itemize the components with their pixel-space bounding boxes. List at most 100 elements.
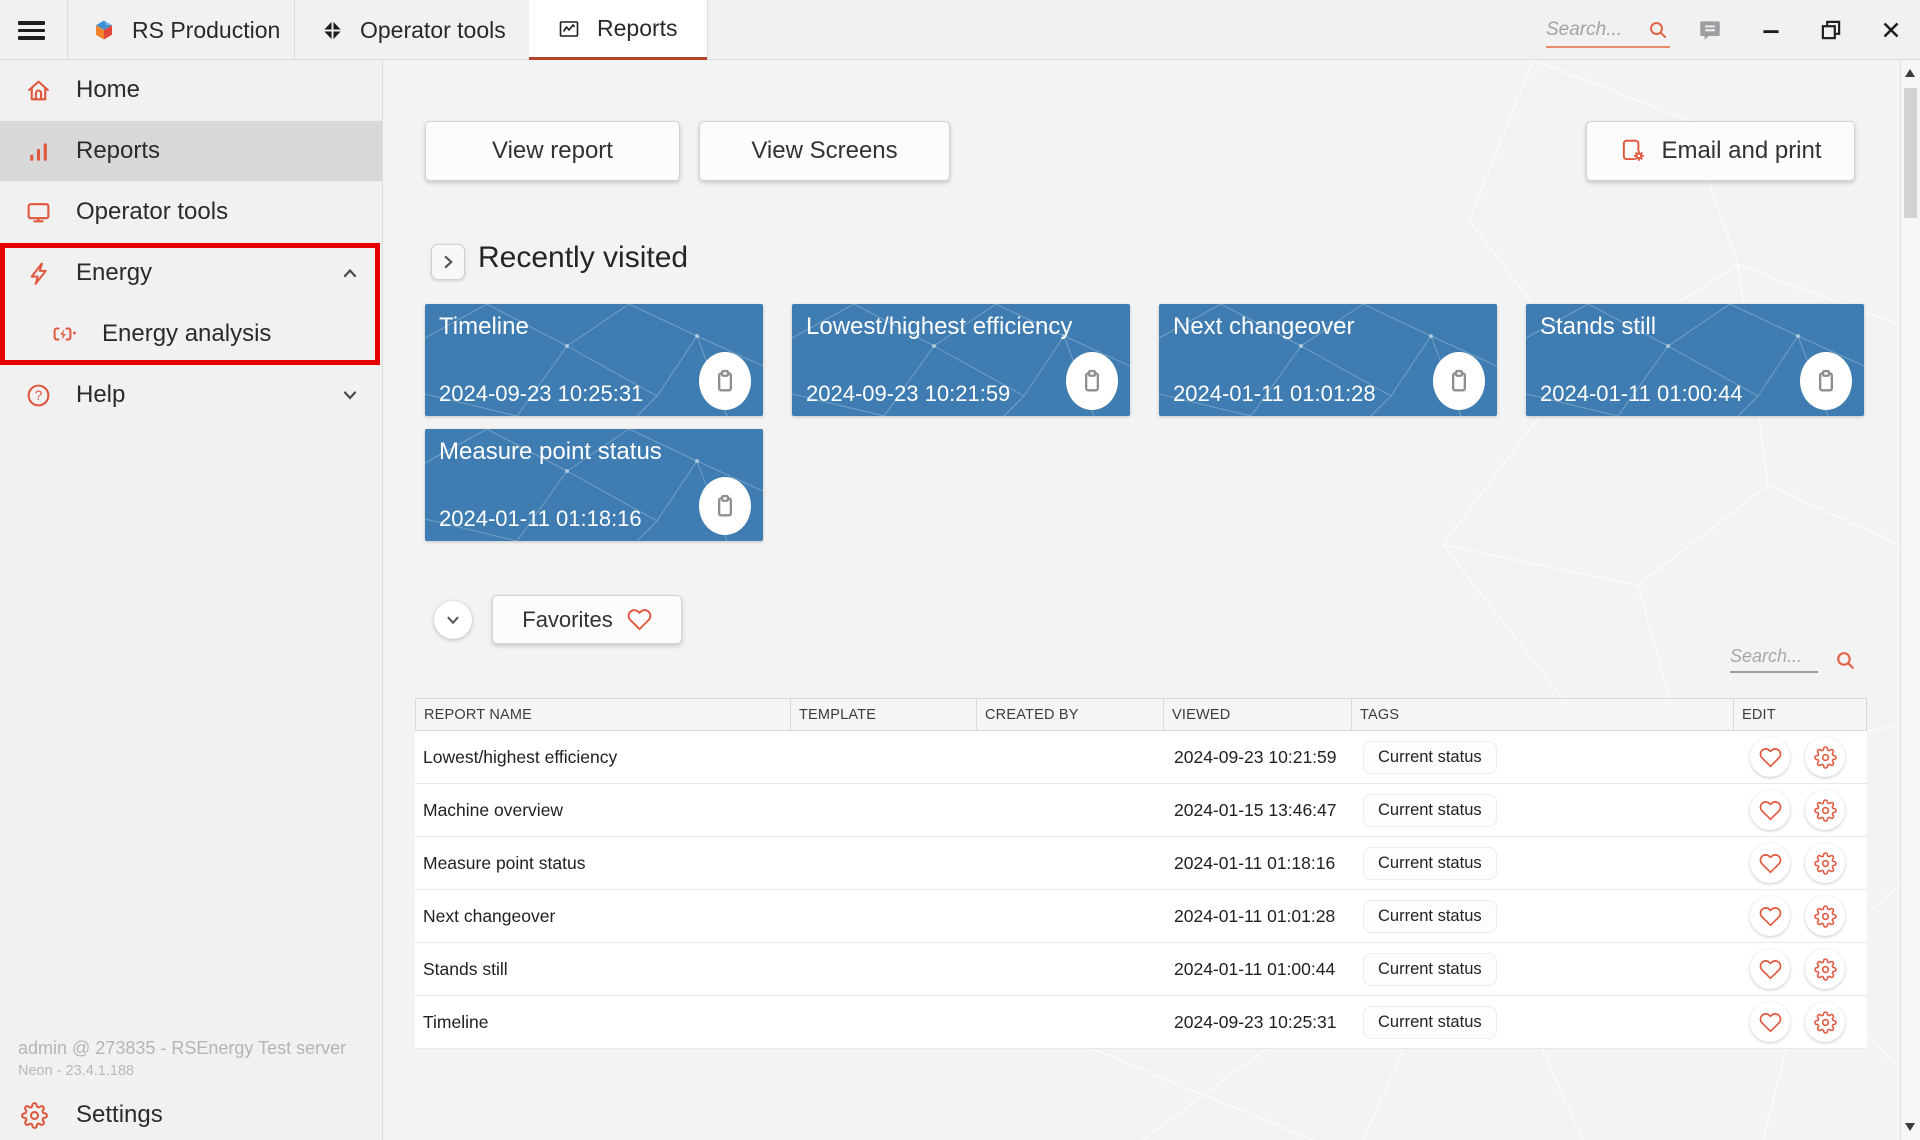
window-restore-button[interactable]: [1818, 17, 1844, 43]
card-clipboard-button[interactable]: [699, 352, 751, 410]
recent-card-lowest-highest-efficiency[interactable]: Lowest/highest efficiency 2024-09-23 10:…: [792, 304, 1130, 416]
sidebar-item-label: Energy analysis: [102, 320, 271, 348]
table-search-input[interactable]: Search...: [1730, 646, 1858, 673]
recent-card-measure-point-status[interactable]: Measure point status 2024-01-11 01:18:16: [425, 429, 763, 541]
favorite-toggle-button[interactable]: [1750, 1002, 1790, 1042]
global-search-input[interactable]: Search...: [1546, 13, 1670, 48]
sidebar-item-energy-analysis[interactable]: Energy analysis: [0, 304, 382, 365]
gear-icon: [1814, 1011, 1837, 1034]
table-search-placeholder: Search...: [1730, 646, 1818, 673]
heart-icon: [1759, 905, 1782, 928]
tag-pill: Current status: [1363, 847, 1497, 880]
tags-cell: Current status: [1350, 953, 1732, 986]
favorites-button[interactable]: Favorites: [492, 595, 682, 644]
tab-operator-tools[interactable]: Operator tools: [295, 0, 529, 60]
card-clipboard-button[interactable]: [1433, 352, 1485, 410]
column-header-report-name[interactable]: REPORT NAME: [416, 699, 790, 730]
heart-icon: [1759, 1011, 1782, 1034]
recent-card-stands-still[interactable]: Stands still 2024-01-11 01:00:44: [1526, 304, 1864, 416]
feedback-chat-button[interactable]: [1697, 17, 1723, 43]
favorite-toggle-button[interactable]: [1750, 949, 1790, 989]
column-header-viewed[interactable]: VIEWED: [1163, 699, 1351, 730]
table-row[interactable]: Next changeover 2024-01-11 01:01:28 Curr…: [415, 890, 1867, 943]
server-version-info: Neon - 23.4.1.188: [18, 1063, 134, 1079]
favorite-toggle-button[interactable]: [1750, 896, 1790, 936]
sidebar-item-help[interactable]: ? Help: [0, 365, 382, 426]
tab-label: Operator tools: [360, 17, 506, 44]
report-settings-button[interactable]: [1805, 896, 1845, 936]
scrollbar-thumb[interactable]: [1904, 88, 1917, 218]
favorite-toggle-button[interactable]: [1750, 843, 1790, 883]
card-timestamp: 2024-09-23 10:25:31: [439, 381, 643, 407]
card-clipboard-button[interactable]: [699, 477, 751, 535]
column-header-template[interactable]: TEMPLATE: [790, 699, 976, 730]
report-settings-button[interactable]: [1805, 843, 1845, 883]
column-header-tags[interactable]: TAGS: [1351, 699, 1733, 730]
tab-reports[interactable]: Reports: [529, 0, 707, 60]
hamburger-menu-button[interactable]: [18, 21, 45, 40]
email-print-icon: [1619, 137, 1647, 165]
tab-rs-production[interactable]: RS Production: [68, 0, 294, 60]
gear-icon: [20, 1102, 48, 1129]
column-header-edit[interactable]: EDIT: [1733, 699, 1866, 730]
sidebar-item-energy[interactable]: Energy: [0, 243, 382, 304]
scroll-up-arrow[interactable]: [1905, 69, 1915, 77]
table-row[interactable]: Stands still 2024-01-11 01:00:44 Current…: [415, 943, 1867, 996]
main-content: View report View Screens Email and print…: [383, 60, 1900, 1140]
restore-icon: [1818, 17, 1844, 43]
view-report-button[interactable]: View report: [425, 121, 680, 181]
sidebar-item-label: Operator tools: [76, 198, 228, 226]
search-placeholder: Search...: [1546, 19, 1622, 41]
sidebar-item-label: Reports: [76, 137, 160, 165]
email-and-print-button[interactable]: Email and print: [1586, 121, 1855, 181]
viewed-cell: 2024-01-11 01:00:44: [1162, 959, 1350, 980]
tag-pill: Current status: [1363, 741, 1497, 774]
sidebar-item-label: Help: [76, 381, 125, 409]
sidebar-item-home[interactable]: Home: [0, 60, 382, 121]
card-clipboard-button[interactable]: [1066, 352, 1118, 410]
favorite-toggle-button[interactable]: [1750, 737, 1790, 777]
window-close-button[interactable]: [1878, 17, 1904, 43]
view-screens-button[interactable]: View Screens: [699, 121, 950, 181]
table-row[interactable]: Timeline 2024-09-23 10:25:31 Current sta…: [415, 996, 1867, 1049]
column-header-created-by[interactable]: CREATED BY: [976, 699, 1163, 730]
sidebar-item-operator-tools[interactable]: Operator tools: [0, 182, 382, 243]
table-row[interactable]: Measure point status 2024-01-11 01:18:16…: [415, 837, 1867, 890]
gear-icon: [1814, 852, 1837, 875]
vertical-scrollbar[interactable]: [1900, 60, 1920, 1140]
edit-cell: [1732, 790, 1865, 830]
report-settings-button[interactable]: [1805, 737, 1845, 777]
report-settings-button[interactable]: [1805, 949, 1845, 989]
home-icon: [24, 77, 52, 104]
recently-visited-collapse-button[interactable]: [431, 244, 465, 280]
favorites-collapse-button[interactable]: [434, 601, 472, 639]
settings-button[interactable]: Settings: [0, 1088, 382, 1140]
report-settings-button[interactable]: [1805, 1002, 1845, 1042]
tag-pill: Current status: [1363, 953, 1497, 986]
bar-chart-icon: [24, 138, 52, 165]
tags-cell: Current status: [1350, 741, 1732, 774]
sidebar-item-label: Energy: [76, 259, 152, 287]
titlebar: RS Production Operator tools Reports Sea…: [0, 0, 1920, 60]
table-row[interactable]: Machine overview 2024-01-15 13:46:47 Cur…: [415, 784, 1867, 837]
tag-pill: Current status: [1363, 900, 1497, 933]
edit-cell: [1732, 949, 1865, 989]
recent-card-timeline[interactable]: Timeline 2024-09-23 10:25:31: [425, 304, 763, 416]
rs-production-logo-icon: [92, 18, 116, 42]
report-name-cell: Measure point status: [415, 853, 789, 874]
sidebar-item-reports[interactable]: Reports: [0, 121, 382, 182]
close-icon: [1878, 17, 1904, 43]
card-title: Next changeover: [1173, 313, 1354, 341]
report-chart-icon: [557, 17, 581, 41]
favorites-label: Favorites: [522, 607, 612, 633]
operator-tools-cube-icon: [321, 19, 344, 42]
card-timestamp: 2024-09-23 10:21:59: [806, 381, 1010, 407]
card-clipboard-button[interactable]: [1800, 352, 1852, 410]
report-settings-button[interactable]: [1805, 790, 1845, 830]
scroll-down-arrow[interactable]: [1905, 1123, 1915, 1131]
favorite-toggle-button[interactable]: [1750, 790, 1790, 830]
table-row[interactable]: Lowest/highest efficiency 2024-09-23 10:…: [415, 731, 1867, 784]
recent-card-next-changeover[interactable]: Next changeover 2024-01-11 01:01:28: [1159, 304, 1497, 416]
window-minimize-button[interactable]: [1758, 17, 1784, 43]
table-header-row: REPORT NAME TEMPLATE CREATED BY VIEWED T…: [415, 698, 1867, 731]
